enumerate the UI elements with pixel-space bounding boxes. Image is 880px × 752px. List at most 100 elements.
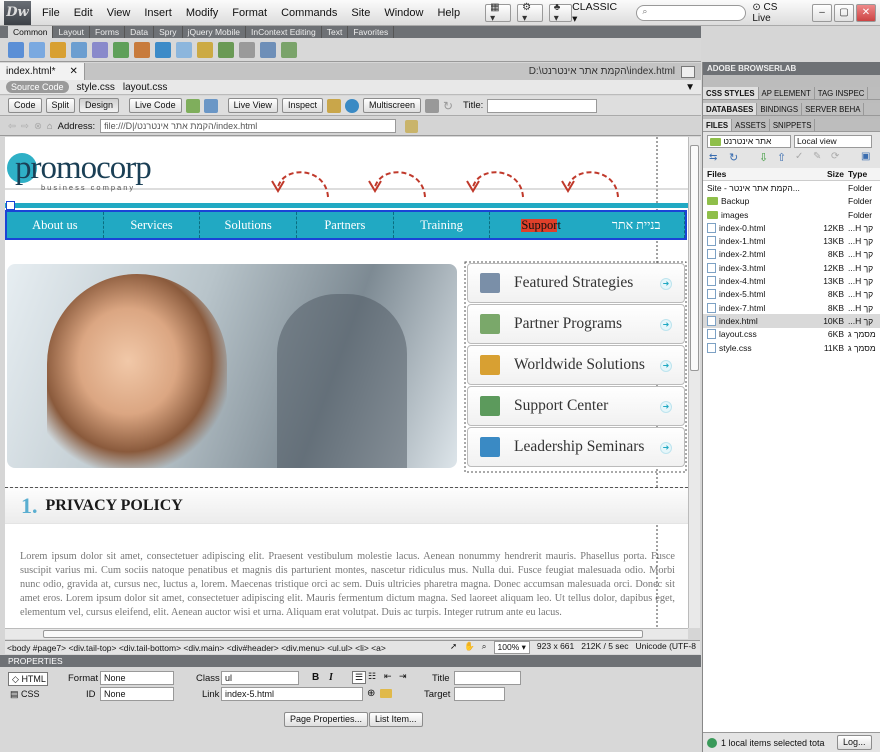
scroll-thumb[interactable] [690,145,699,371]
outdent-icon[interactable]: ⇤ [384,671,392,682]
file-name[interactable]: index-1.html [703,236,806,247]
preview-browser-icon[interactable] [344,98,359,113]
browse-folder-icon[interactable] [380,689,392,698]
html-mode-button[interactable]: ◇ HTML [8,672,48,686]
panel-tab-tag-inspec[interactable]: TAG INSPEC [815,87,869,99]
address-input[interactable]: file:///D|/הקמת אתר אינטרנט/index.html [100,119,397,133]
comment-icon[interactable] [197,41,213,58]
file-name[interactable]: layout.css [703,329,806,340]
tab-data[interactable]: Data [125,26,155,38]
maximize-doc-icon[interactable] [681,65,695,78]
panel-tab-databases[interactable]: DATABASES [703,103,758,115]
table-icon[interactable] [71,41,87,58]
title-prop-input[interactable] [454,671,521,685]
forward-icon[interactable]: ⇨ [21,121,29,132]
list-item-button[interactable]: List Item... [369,712,423,727]
refresh-icon[interactable]: ↻ [443,99,453,113]
bold-button[interactable]: B [312,672,319,683]
nav-item-training[interactable]: Training [394,212,491,238]
tab-layout[interactable]: Layout [53,26,91,38]
file-row[interactable]: index.html 10KB ...H קך [703,314,880,328]
sync-icon[interactable]: ⟳ [831,151,839,162]
zoom-tool-icon[interactable]: ⌕ [482,641,487,654]
arrow-right-icon[interactable]: ➜ [660,360,672,372]
layout-icon[interactable]: ▦ ▾ [485,2,512,24]
close-tab-icon[interactable]: ✕ [69,66,77,77]
log-button[interactable]: Log... [837,735,872,750]
images-icon[interactable] [113,41,129,58]
email-link-icon[interactable] [29,41,45,58]
back-icon[interactable]: ⇦ [8,121,16,132]
file-row[interactable]: index-7.html 8KB ...H קך [703,301,880,314]
unordered-list-icon[interactable]: ☰ [352,671,367,684]
check-out-icon[interactable]: ✓ [795,151,803,162]
tab-forms[interactable]: Forms [90,26,126,38]
site-icon[interactable]: ♣ ▾ [548,2,573,24]
templates-icon[interactable] [260,41,276,58]
menu-window[interactable]: Window [377,0,430,26]
menu-commands[interactable]: Commands [274,0,344,26]
panel-tab-snippets[interactable]: SNIPPETS [770,119,816,131]
file-name[interactable]: style.css [703,342,806,353]
related-source-code[interactable]: Source Code [6,81,69,93]
ordered-list-icon[interactable]: ☷ [368,671,376,682]
arrow-right-icon[interactable]: ➜ [660,319,672,331]
minimize-button[interactable]: – [812,3,832,22]
horizontal-scrollbar[interactable] [5,628,688,639]
menu-format[interactable]: Format [225,0,274,26]
inspect-button[interactable]: Inspect [281,98,323,113]
panel-tab-css-styles[interactable]: CSS STYLES [703,87,759,99]
arrow-right-icon[interactable]: ➜ [660,401,672,413]
italic-button[interactable]: I [329,672,333,683]
file-name[interactable]: index-2.html [703,249,806,260]
related-layout-css[interactable]: layout.css [123,82,167,93]
feature-item[interactable]: Support Center ➜ [467,386,685,426]
file-row[interactable]: index-0.html 12KB ...H קך [703,221,880,234]
indent-icon[interactable]: ⇥ [399,671,407,682]
file-row[interactable]: index-3.html 12KB ...H קך [703,261,880,274]
file-name[interactable]: index-5.html [703,289,806,300]
refresh-files-icon[interactable]: ↻ [729,151,738,164]
site-select[interactable]: אתר אינטרנט [707,135,791,148]
split-view-button[interactable]: Split [45,98,76,113]
file-name[interactable]: Site - הקמת אתר אינטר... [703,183,806,193]
menu-help[interactable]: Help [430,0,467,26]
visual-aids-icon[interactable] [203,98,218,113]
feature-item[interactable]: Leadership Seminars ➜ [467,427,685,467]
point-to-file-icon[interactable]: ⊕ [367,688,375,699]
menu-file[interactable]: File [35,0,67,26]
tab-jquery-mobile[interactable]: jQuery Mobile [183,26,246,38]
check-in-icon[interactable]: ✎ [813,151,821,162]
code-view-button[interactable]: Code [8,98,42,113]
panel-tab-assets[interactable]: ASSETS [732,119,770,131]
nav-item-partners[interactable]: Partners [297,212,394,238]
stop-icon[interactable]: ⊗ [34,121,42,132]
vertical-scrollbar[interactable] [688,137,700,628]
tag-chooser-icon[interactable] [281,41,297,58]
div-icon[interactable] [92,41,108,58]
file-row[interactable]: layout.css 6KB מסמך ג [703,328,880,341]
file-row[interactable]: index-4.html 13KB ...H קך [703,274,880,287]
connect-icon[interactable]: ⇆ [709,152,717,163]
file-name[interactable]: index.html [703,315,806,326]
nav-item-solutions[interactable]: Solutions [200,212,298,238]
expand-panel-icon[interactable]: ▣ [861,151,870,162]
live-code-button[interactable]: Live Code [129,98,182,113]
check-browser-icon[interactable] [185,98,200,113]
window-size[interactable]: 923 x 661 [537,641,574,654]
tab-index-html[interactable]: index.html* ✕ [0,63,85,80]
arrow-right-icon[interactable]: ➜ [660,278,672,290]
close-button[interactable]: ✕ [856,3,876,22]
script-icon[interactable] [239,41,255,58]
cslive-button[interactable]: ⊙ CS Live [752,2,796,24]
menu-site[interactable]: Site [344,0,377,26]
file-name[interactable]: index-0.html [703,222,806,233]
class-select[interactable]: ul [221,671,299,685]
title-input[interactable] [487,98,598,113]
format-select[interactable]: None [100,671,174,685]
put-files-icon[interactable]: ⇧ [777,151,786,164]
file-row[interactable]: index-2.html 8KB ...H קך [703,248,880,261]
menu-insert[interactable]: Insert [137,0,179,26]
menu-edit[interactable]: Edit [67,0,100,26]
feature-item[interactable]: Partner Programs ➜ [467,304,685,344]
